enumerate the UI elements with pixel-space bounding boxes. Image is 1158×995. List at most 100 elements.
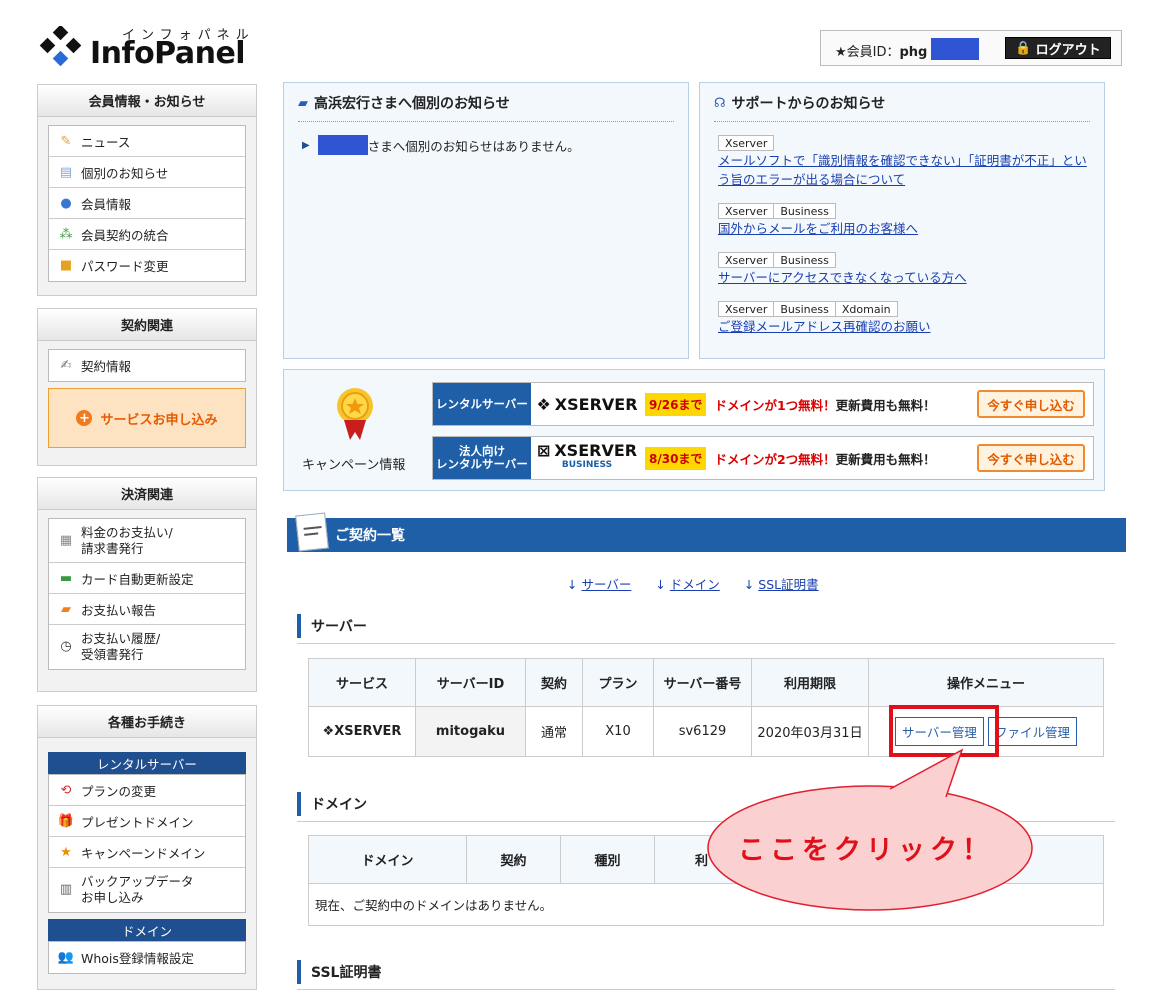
tag-xdomain: Xdomain — [841, 302, 891, 316]
campaign-row-business: 法人向け レンタルサーバー ⊠ XSERVER BUSINESS 8/30まで ド… — [432, 436, 1094, 480]
service-apply-button[interactable]: + サービスお申し込み — [48, 388, 246, 448]
arrow-right-icon: ▶ — [302, 139, 310, 151]
cell-server-id: mitogaku — [415, 706, 526, 757]
campaign-label: キャンペーン情報 — [302, 458, 406, 473]
document-pen-icon — [295, 512, 329, 552]
col-contract: 契約 — [525, 658, 583, 707]
backup-icon: ▥ — [59, 882, 73, 897]
sidebar-item-contract-info[interactable]: ✍ 契約情報 — [49, 350, 245, 381]
star-icon: ★ — [60, 844, 72, 860]
support-news-link[interactable]: メールソフトで「識別情報を確認できない」「証明書が不正」という旨のエラーが出る場… — [718, 151, 1094, 189]
sidebar-subheading-domain: ドメイン — [48, 919, 246, 941]
campaign-type-label: レンタルサーバー — [433, 383, 531, 425]
col-service: サービス — [308, 658, 416, 707]
sidebar-item-whois[interactable]: 👥 Whois登録情報設定 — [49, 942, 245, 973]
sidebar-item-card-renewal[interactable]: ▬ カード自動更新設定 — [49, 563, 245, 594]
gift-icon: 🎁 — [57, 813, 75, 829]
campaign-type-label: 法人向け レンタルサーバー — [433, 437, 531, 479]
anchor-server[interactable]: ↓ サーバー — [567, 574, 631, 593]
member-id-label: ★会員ID： — [835, 45, 900, 60]
tag-xserver: Xserver — [725, 136, 768, 150]
clock-icon: ◷ — [60, 639, 72, 654]
sidebar-item-present-domain[interactable]: 🎁 プレゼントドメイン — [49, 806, 245, 837]
sidebar-item-campaign-domain[interactable]: ★ キャンペーンドメイン — [49, 837, 245, 868]
support-notice-title: サポートからのお知らせ — [731, 96, 886, 112]
sidebar-section-contract: 契約関連 ✍ 契約情報 + サービスお申し込み — [37, 308, 257, 466]
campaign-row-xserver: レンタルサーバー ❖ XSERVER 9/26まで ドメインが1つ無料！更新費用も… — [432, 382, 1094, 426]
speech-bubble-icon: ▰ — [298, 95, 308, 111]
campaign-deadline: 8/30まで — [645, 446, 707, 470]
news-icon: ✎ — [60, 133, 72, 149]
cell-contract: 通常 — [525, 706, 583, 757]
apply-now-button[interactable]: 今すぐ申し込む — [977, 444, 1085, 472]
calculator-icon: ▦ — [59, 532, 73, 548]
cell-plan: X10 — [582, 706, 654, 757]
merge-users-icon: ⁂ — [59, 226, 73, 242]
xserver-business-logo: ⊠ XSERVER BUSINESS — [536, 441, 638, 471]
personal-notice-text: さまへ個別のお知らせはありません。 — [367, 138, 580, 154]
support-news-link[interactable]: サーバーにアクセスできなくなっている方へ — [718, 268, 1094, 287]
apply-now-button[interactable]: 今すぐ申し込む — [977, 390, 1085, 418]
sidebar-item-news[interactable]: ✎ ニュース — [49, 126, 245, 157]
padlock-icon: 🔒 — [1015, 40, 1032, 56]
sidebar-item-payment-report[interactable]: ▰ お支払い報告 — [49, 594, 245, 625]
message-icon: ▤ — [59, 164, 73, 180]
sidebar-item-merge[interactable]: ⁂ 会員契約の統合 — [49, 219, 245, 250]
sidebar-item-backup[interactable]: ▥ バックアップデータ お申し込み — [49, 868, 245, 912]
sidebar-section-title: 契約関連 — [38, 309, 256, 341]
table-header-row: サービス サーバーID 契約 プラン サーバー番号 利用期限 操作メニュー — [308, 658, 1104, 707]
sidebar-section-member: 会員情報・お知らせ ✎ ニュース ▤ 個別のお知らせ ● 会員情報 ⁂ 会員契約の統合 … — [37, 84, 257, 296]
contract-list-bar: ご契約一覧 — [287, 512, 1126, 552]
callout-text: ここをクリック！ — [738, 835, 994, 866]
xserver-business-icon: ⊠ — [536, 441, 551, 460]
cell-service: ❖XSERVER — [308, 706, 416, 757]
tag-business: Business — [774, 302, 836, 316]
sidebar-section-procedures: 各種お手続き レンタルサーバー ⟲ プランの変更 🎁 プレゼントドメイン ★ キャンペ… — [37, 705, 257, 990]
col-contract: 契約 — [466, 835, 561, 884]
sidebar-section-title: 決済関連 — [38, 478, 256, 510]
campaign-message: ドメインが2つ無料！更新費用も無料！ — [714, 451, 936, 467]
sidebar-item-payment-history[interactable]: ◷ お支払い履歴/ 受領書発行 — [49, 625, 245, 669]
report-icon: ▰ — [61, 601, 71, 617]
member-id-value: phg — [899, 45, 928, 60]
xserver-logo: ❖ XSERVER — [536, 394, 638, 414]
sidebar-subheading-rental: レンタルサーバー — [48, 752, 246, 774]
tag-xserver: Xserver — [719, 302, 775, 316]
anchor-domain[interactable]: ↓ ドメイン — [655, 574, 719, 593]
support-news-list: Xserver メールソフトで「識別情報を確認できない」「証明書が不正」という旨… — [718, 135, 1094, 336]
headset-icon: ☊ — [714, 95, 726, 111]
logout-button[interactable]: 🔒 ログアウト — [1005, 37, 1111, 59]
member-bar: ★会員ID：phg 🔒 ログアウト — [820, 30, 1122, 66]
sidebar-section-title: 各種お手続き — [38, 706, 256, 738]
xserver-diamond-icon: ❖ — [322, 724, 335, 739]
infopanel-logo[interactable]: インフォパネル InfoPanel — [36, 18, 266, 74]
redaction-block — [931, 38, 979, 60]
sidebar-section-title: 会員情報・お知らせ — [38, 85, 256, 117]
lock-icon: ■ — [59, 258, 73, 273]
server-section-heading: サーバー — [297, 614, 1115, 638]
tag-xserver: Xserver — [719, 204, 775, 218]
sidebar-item-personal-notice[interactable]: ▤ 個別のお知らせ — [49, 157, 245, 188]
down-arrow-icon: ↓ — [743, 577, 759, 592]
sidebar-item-password[interactable]: ■ パスワード変更 — [49, 250, 245, 281]
plus-circle-icon: + — [76, 410, 93, 426]
down-arrow-icon: ↓ — [655, 577, 670, 592]
sidebar-item-payment[interactable]: ▦ 料金のお支払い/ 請求書発行 — [49, 519, 245, 563]
anchor-ssl[interactable]: ↓ SSL証明書 — [744, 574, 819, 593]
credit-card-icon: ▬ — [59, 570, 73, 586]
down-arrow-icon: ↓ — [567, 577, 582, 592]
ssl-section-heading: SSL証明書 — [297, 960, 1115, 984]
support-news-link[interactable]: ご登録メールアドレス再確認のお願い — [718, 317, 1094, 336]
support-news-link[interactable]: 国外からメールをご利用のお客様へ — [718, 219, 1094, 238]
tag-business: Business — [780, 204, 829, 218]
tag-business: Business — [780, 253, 829, 267]
campaign-message: ドメインが1つ無料！更新費用も無料！ — [714, 397, 936, 413]
sidebar-item-plan-change[interactable]: ⟲ プランの変更 — [49, 775, 245, 806]
logo-name: InfoPanel — [90, 36, 246, 71]
campaign-panel: キャンペーン情報 レンタルサーバー ❖ XSERVER 9/26まで ドメインが1… — [283, 369, 1105, 491]
sidebar-item-member-info[interactable]: ● 会員情報 — [49, 188, 245, 219]
col-domain: ドメイン — [308, 835, 467, 884]
change-icon: ⟲ — [60, 782, 72, 798]
personal-notice-title: 高浜宏行さまへ個別のお知らせ — [314, 96, 510, 112]
whois-icon: 👥 — [57, 950, 75, 965]
